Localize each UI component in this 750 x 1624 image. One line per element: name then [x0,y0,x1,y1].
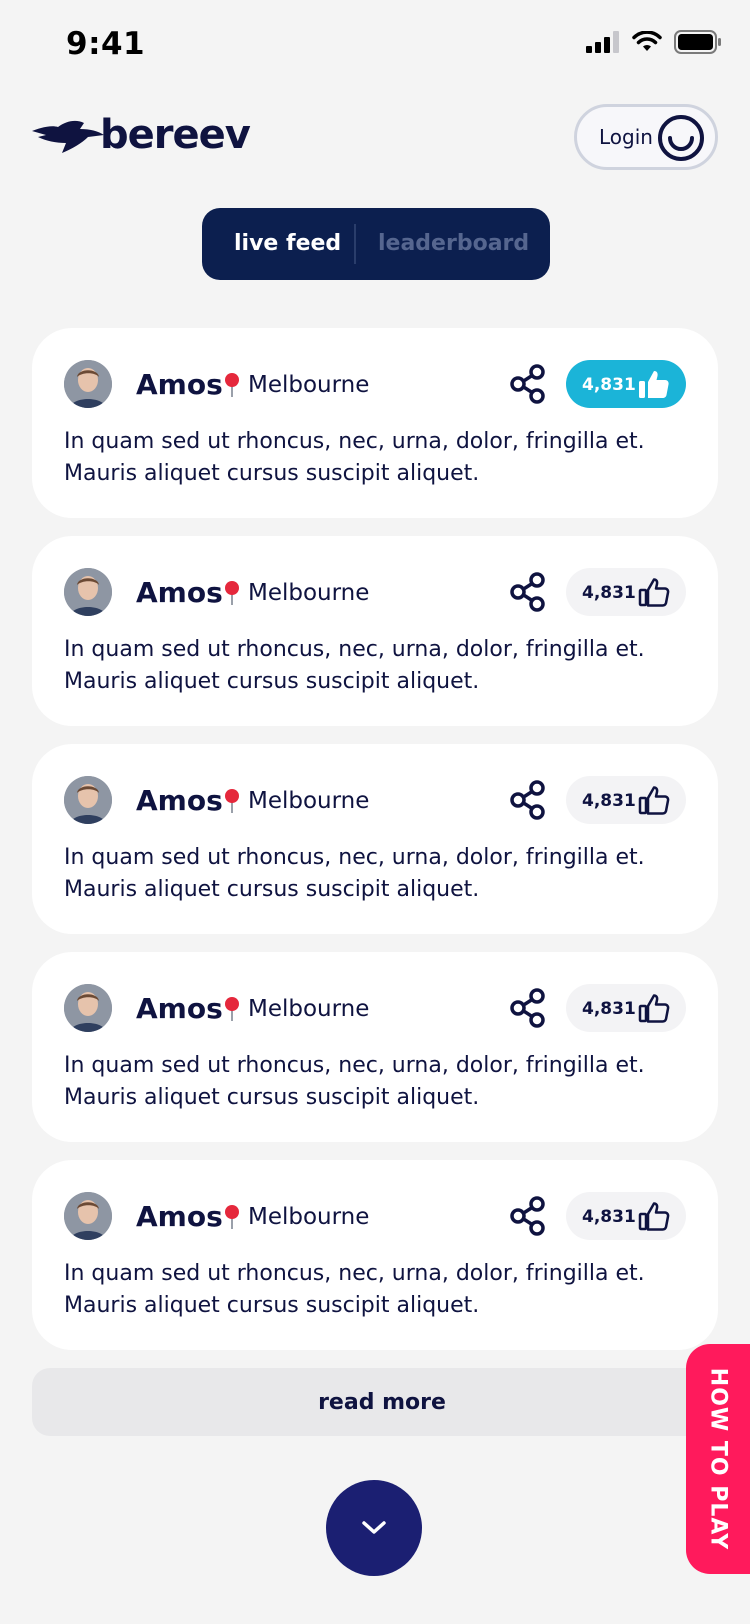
status-bar: 9:41 [0,0,750,90]
thumbs-up-icon [638,786,670,815]
avatar-image [64,1192,112,1240]
login-label: Login [599,125,653,149]
like-button[interactable]: 4,831 [566,360,686,408]
like-button[interactable]: 4,831 [566,984,686,1032]
post-text: In quam sed ut rhoncus, nec, urna, dolor… [64,429,645,486]
user-name[interactable]: Amos [136,784,223,817]
status-time: 9:41 [66,26,146,62]
user-name[interactable]: Amos [136,1200,223,1233]
location-label: Melbourne [248,996,370,1022]
wifi-icon [632,31,662,51]
avatar[interactable] [64,360,112,408]
avatar-image [64,984,112,1032]
like-count: 4,831 [582,375,636,395]
avatar[interactable] [64,568,112,616]
chevron-down-icon [362,1521,386,1534]
feed-card: Amos Melbourne 4,831 In quam sed ut rhon… [32,328,718,518]
like-count: 4,831 [582,583,636,603]
share-icon[interactable] [510,1196,546,1236]
thumbs-up-icon [638,1202,670,1231]
post-text: In quam sed ut rhoncus, nec, urna, dolor… [64,845,645,902]
how-to-play-label: HOW TO PLAY [705,1367,731,1551]
pin-icon [225,581,239,605]
thumbs-up-icon [638,578,670,607]
feed-tabs: live feed leaderboard [202,208,550,280]
share-icon[interactable] [510,572,546,612]
like-count: 4,831 [582,1207,636,1227]
bereev-logo[interactable]: bereev [32,112,251,158]
post-text: In quam sed ut rhoncus, nec, urna, dolor… [64,1053,645,1110]
how-to-play-tab[interactable]: HOW TO PLAY [686,1344,750,1574]
location-label: Melbourne [248,1204,370,1230]
logo-text: bereev [100,112,251,158]
tab-live-feed[interactable]: live feed [234,231,341,256]
tab-divider [354,224,356,264]
user-name[interactable]: Amos [136,576,223,609]
like-count: 4,831 [582,791,636,811]
feed-card: Amos Melbourne 4,831 In quam sed ut rhon… [32,1160,718,1350]
scroll-down-button[interactable] [326,1480,422,1576]
thumbs-up-icon [638,994,670,1023]
thumbs-up-icon [639,371,669,398]
like-button[interactable]: 4,831 [566,776,686,824]
avatar-image [64,568,112,616]
user-name[interactable]: Amos [136,368,223,401]
avatar-image [64,360,112,408]
like-button[interactable]: 4,831 [566,1192,686,1240]
user-name[interactable]: Amos [136,992,223,1025]
login-button[interactable]: Login [574,104,718,170]
avatar[interactable] [64,984,112,1032]
feed-card: Amos Melbourne 4,831 In quam sed ut rhon… [32,952,718,1142]
post-text: In quam sed ut rhoncus, nec, urna, dolor… [64,1261,645,1318]
location-label: Melbourne [248,788,370,814]
pin-icon [225,373,239,397]
app-header: bereev Login [0,100,750,180]
tab-leaderboard[interactable]: leaderboard [378,231,529,256]
pin-icon [225,997,239,1021]
share-icon[interactable] [510,364,546,404]
read-more-button[interactable]: read more [32,1368,732,1436]
status-icons [586,30,722,54]
feed-card: Amos Melbourne 4,831 In quam sed ut rhon… [32,744,718,934]
avatar-image [64,776,112,824]
pin-icon [225,1205,239,1229]
like-count: 4,831 [582,999,636,1019]
smiley-icon [658,115,704,161]
share-icon[interactable] [510,780,546,820]
signal-icon [586,31,619,53]
battery-icon [674,30,721,54]
share-icon[interactable] [510,988,546,1028]
avatar[interactable] [64,1192,112,1240]
feed-card: Amos Melbourne 4,831 In quam sed ut rhon… [32,536,718,726]
like-button[interactable]: 4,831 [566,568,686,616]
post-text: In quam sed ut rhoncus, nec, urna, dolor… [64,637,645,694]
pin-icon [225,789,239,813]
location-label: Melbourne [248,372,370,398]
avatar[interactable] [64,776,112,824]
location-label: Melbourne [248,580,370,606]
